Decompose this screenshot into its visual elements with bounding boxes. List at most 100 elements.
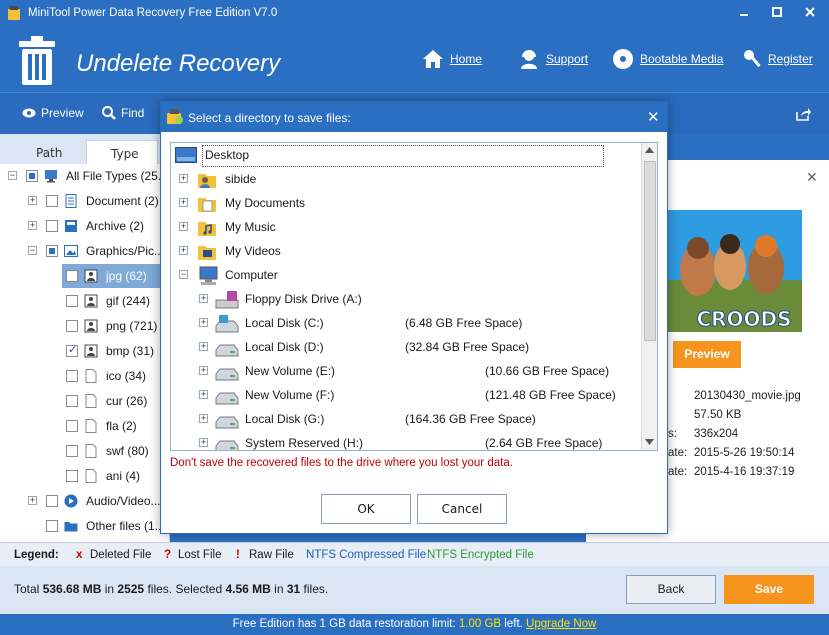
checkbox[interactable] [66, 445, 78, 457]
tab-path[interactable]: Path [26, 140, 72, 164]
tree-item-gif[interactable]: gif (244) [0, 289, 170, 313]
legend-ntfs-compressed: NTFS Compressed File [306, 549, 427, 561]
tree-item-png[interactable]: png (721) [0, 314, 170, 338]
expand-toggle[interactable]: + [28, 196, 37, 205]
cancel-button[interactable]: Cancel [417, 494, 507, 524]
dir-item-floppy-a[interactable]: + Floppy Disk Drive (A:) [171, 287, 641, 311]
preview-button[interactable]: Preview [673, 341, 741, 368]
tree-item-label: Document (2) [86, 194, 159, 208]
preview-tool-button[interactable]: Preview [22, 106, 84, 120]
export-icon[interactable] [795, 107, 811, 121]
tree-item-graphics[interactable]: − Graphics/Pic... [0, 239, 170, 263]
checkbox[interactable] [66, 295, 78, 307]
checkbox[interactable] [46, 195, 58, 207]
tree-item-archive[interactable]: + Archive (2) [0, 214, 170, 238]
save-button[interactable]: Save [724, 575, 814, 604]
checkbox[interactable] [46, 220, 58, 232]
find-tool-button[interactable]: Find [102, 106, 144, 120]
checkbox[interactable] [66, 343, 78, 357]
expand-toggle[interactable]: + [179, 246, 188, 255]
dir-item-drive-e[interactable]: + New Volume (E:) (10.66 GB Free Space) [171, 359, 641, 383]
tree-item-label: ico (34) [106, 369, 147, 383]
vertical-scrollbar[interactable] [641, 143, 657, 450]
collapse-toggle[interactable]: − [28, 246, 37, 255]
expand-toggle[interactable]: + [199, 318, 208, 327]
tree-item-ico[interactable]: ico (34) [0, 364, 170, 388]
blank-file-icon [85, 394, 97, 408]
expand-toggle[interactable]: + [199, 366, 208, 375]
directory-tree[interactable]: Desktop + sibide + My Documents + My Mus… [170, 142, 658, 451]
expand-toggle[interactable]: + [179, 174, 188, 183]
tab-type[interactable]: Type [86, 140, 158, 164]
dir-item-my-videos[interactable]: + My Videos [171, 239, 641, 263]
status-bar: Total 536.68 MB in 2525 files. Selected … [0, 566, 829, 614]
tree-item-audio-video[interactable]: + Audio/Video... [0, 489, 170, 513]
ok-button[interactable]: OK [321, 494, 411, 524]
tree-item-document[interactable]: + Document (2) [0, 189, 170, 213]
expand-toggle[interactable]: + [199, 438, 208, 447]
tree-item-label: ani (4) [106, 469, 141, 483]
collapse-toggle[interactable]: − [179, 270, 188, 279]
expand-toggle[interactable]: + [28, 221, 37, 230]
scroll-thumb[interactable] [644, 161, 656, 341]
minimize-icon [740, 14, 748, 16]
dialog-close-icon[interactable]: ✕ [647, 108, 660, 126]
expand-toggle[interactable]: + [179, 198, 188, 207]
tree-item-fla[interactable]: fla (2) [0, 414, 170, 438]
dir-item-drive-c[interactable]: + Local Disk (C:) (6.48 GB Free Space) [171, 311, 641, 335]
dir-item-my-music[interactable]: + My Music [171, 215, 641, 239]
support-link[interactable]: Support [518, 48, 588, 70]
maximize-button[interactable] [766, 4, 788, 24]
module-title: Undelete Recovery [76, 50, 281, 77]
dir-item-drive-d[interactable]: + Local Disk (D:) (32.84 GB Free Space) [171, 335, 641, 359]
checkbox[interactable] [66, 395, 78, 407]
checkbox[interactable] [46, 245, 58, 257]
tree-item-all-file-types[interactable]: − All File Types (25... [0, 164, 170, 188]
status-in: in [101, 582, 118, 596]
expand-toggle[interactable]: + [199, 390, 208, 399]
tree-item-other-files[interactable]: Other files (1... [0, 514, 170, 538]
dimensions-value: 336x204 [694, 428, 739, 440]
lost-file-mark: ? [164, 549, 172, 561]
tree-item-ani[interactable]: ani (4) [0, 464, 170, 488]
register-link[interactable]: Register [742, 48, 813, 70]
dir-item-drive-h[interactable]: + System Reserved (H:) (2.64 GB Free Spa… [171, 431, 641, 450]
minimize-button[interactable] [733, 4, 755, 24]
dir-item-user[interactable]: + sibide [171, 167, 641, 191]
checkbox[interactable] [66, 270, 78, 282]
tree-item-cur[interactable]: cur (26) [0, 389, 170, 413]
scroll-down-icon[interactable] [645, 439, 654, 445]
expand-toggle[interactable]: + [179, 222, 188, 231]
tree-item-swf[interactable]: swf (80) [0, 439, 170, 463]
tree-item-bmp[interactable]: bmp (31) [0, 339, 170, 363]
dir-item-drive-f[interactable]: + New Volume (F:) (121.48 GB Free Space) [171, 383, 641, 407]
free-space-value: (10.66 GB Free Space) [485, 364, 610, 378]
close-preview-icon[interactable]: ✕ [806, 170, 818, 186]
home-link[interactable]: Home [422, 48, 482, 70]
checkbox[interactable] [66, 470, 78, 482]
legend-raw: Raw File [249, 549, 294, 561]
checkbox[interactable] [46, 520, 58, 532]
checkbox[interactable] [66, 420, 78, 432]
dir-item-drive-g[interactable]: + Local Disk (G:) (164.36 GB Free Space) [171, 407, 641, 431]
expand-toggle[interactable]: + [199, 294, 208, 303]
image-file-icon [84, 294, 98, 308]
collapse-toggle[interactable]: − [8, 171, 17, 180]
close-button[interactable] [799, 4, 821, 24]
scroll-up-icon[interactable] [645, 147, 654, 153]
dir-item-my-documents[interactable]: + My Documents [171, 191, 641, 215]
back-button[interactable]: Back [626, 575, 716, 604]
dir-item-computer[interactable]: − Computer [171, 263, 641, 287]
status-selected-size: 4.56 MB [225, 582, 271, 596]
expand-toggle[interactable]: + [28, 496, 37, 505]
raw-file-mark: ! [236, 549, 240, 561]
tree-item-jpg[interactable]: jpg (62) [62, 264, 168, 288]
checkbox[interactable] [26, 170, 38, 182]
upgrade-now-link[interactable]: Upgrade Now [526, 618, 596, 630]
checkbox[interactable] [66, 320, 78, 332]
checkbox[interactable] [66, 370, 78, 382]
expand-toggle[interactable]: + [199, 342, 208, 351]
expand-toggle[interactable]: + [199, 414, 208, 423]
checkbox[interactable] [46, 495, 58, 507]
bootable-media-link[interactable]: Bootable Media [612, 48, 723, 70]
